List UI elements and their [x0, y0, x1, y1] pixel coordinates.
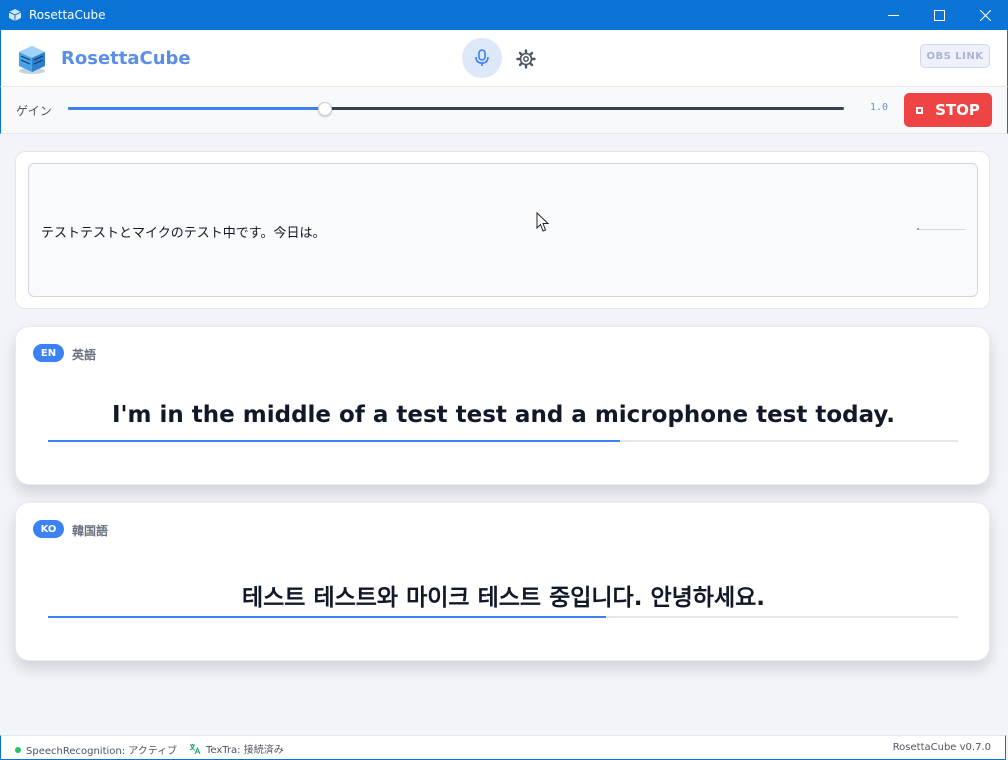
- settings-button[interactable]: [515, 48, 537, 70]
- close-icon: [979, 9, 991, 21]
- translation-card-en: EN 英語 I'm in the middle of a test test a…: [15, 326, 990, 485]
- recognition-text: テストテストとマイクのテスト中です。今日は。: [41, 226, 326, 241]
- gain-slider[interactable]: [68, 102, 844, 116]
- language-name: 韓国語: [72, 524, 109, 538]
- logo-icon: [19, 46, 45, 74]
- translation-progress: [48, 440, 958, 442]
- status-bar: SpeechRecognition: アクティブ TexTra: 接続済み Ro…: [0, 735, 1006, 760]
- brand-name: RosettaCube: [61, 48, 191, 69]
- obs-link-button[interactable]: OBS LINK: [920, 44, 990, 68]
- gain-value: 1.0: [870, 102, 889, 113]
- window-title: RosettaCube: [29, 8, 106, 22]
- language-badge: EN: [33, 344, 64, 362]
- audio-level-meter: [917, 228, 965, 230]
- language-name: 英語: [72, 348, 97, 362]
- slider-thumb[interactable]: [318, 102, 333, 116]
- stop-label: STOP: [935, 101, 980, 119]
- cursor-icon: [536, 212, 550, 232]
- gain-bar: ゲイン 1.0 STOP: [0, 87, 1008, 134]
- minimize-icon: [887, 14, 899, 16]
- translation-text: 테스트 테스트와 마이크 테스트 중입니다. 안녕하세요.: [241, 585, 766, 611]
- status-dot: [15, 746, 21, 753]
- gain-label: ゲイン: [16, 104, 52, 118]
- speech-status: SpeechRecognition: アクティブ: [15, 742, 177, 757]
- gear-icon: [516, 49, 536, 69]
- translation-text: I'm in the middle of a test test and a m…: [111, 402, 896, 428]
- minimize-button[interactable]: [870, 0, 916, 30]
- level-dot: [917, 228, 919, 230]
- speech-status-text: SpeechRecognition: アクティブ: [26, 746, 178, 757]
- mic-icon: [475, 49, 489, 66]
- app-icon: [8, 9, 22, 21]
- progress-fill: [48, 440, 621, 442]
- stop-icon: [916, 106, 924, 114]
- maximize-icon: [933, 9, 945, 21]
- close-button[interactable]: [962, 0, 1008, 30]
- app-header: RosettaCube OBS LINK: [0, 30, 1008, 87]
- maximize-button[interactable]: [916, 0, 962, 30]
- title-bar: RosettaCube: [0, 0, 1008, 30]
- translation-card-ko: KO 韓国語 테스트 테스트와 마이크 테스트 중입니다. 안녕하세요.: [15, 502, 990, 661]
- recognition-panel: テストテストとマイクのテスト中です。今日は。: [28, 163, 978, 297]
- stop-button[interactable]: STOP: [904, 93, 992, 127]
- textra-status-text: TexTra: 接続済み: [206, 745, 284, 756]
- textra-status: TexTra: 接続済み: [189, 741, 284, 756]
- translation-progress: [48, 616, 958, 618]
- version-label: RosettaCube v0.7.0: [892, 742, 991, 753]
- progress-fill: [48, 616, 606, 618]
- mic-button[interactable]: [462, 38, 502, 78]
- slider-fill: [68, 107, 325, 110]
- recognition-card: テストテストとマイクのテスト中です。今日は。: [15, 151, 990, 309]
- translate-icon: [189, 743, 201, 754]
- language-badge: KO: [33, 520, 64, 538]
